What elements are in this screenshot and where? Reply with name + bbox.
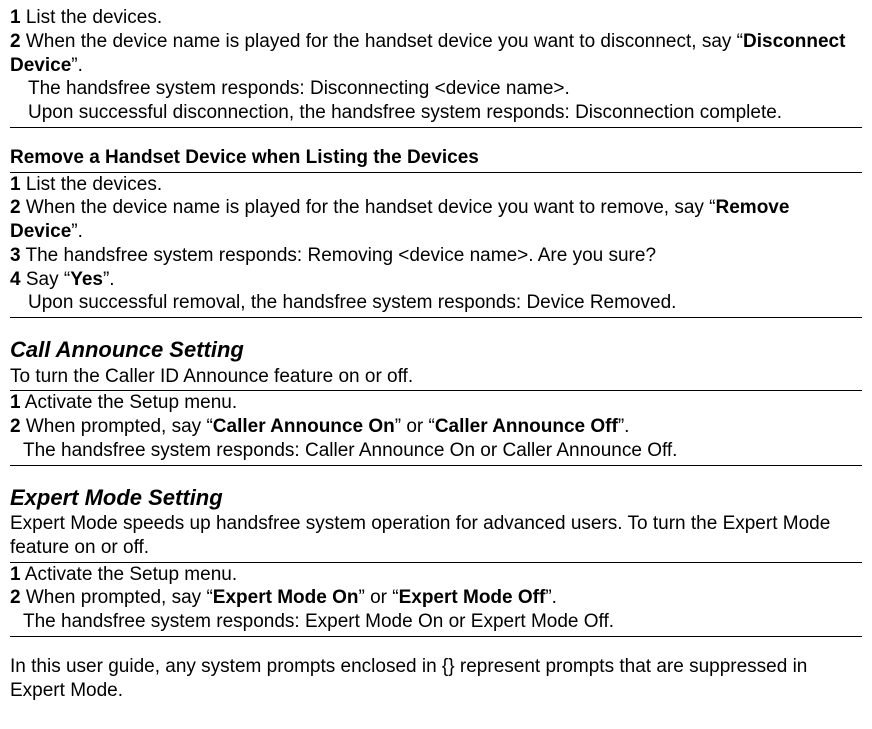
section-call-announce: Call Announce Setting To turn the Caller… — [10, 336, 862, 466]
step-text: Activate the Setup menu. — [21, 392, 238, 413]
section-intro: To turn the Caller ID Announce feature o… — [10, 365, 862, 389]
step-1: 1 List the devices. — [10, 173, 862, 197]
step-number: 3 — [10, 245, 21, 266]
voice-command: Caller Announce Off — [435, 416, 618, 437]
step-text: List the devices. — [21, 7, 163, 28]
step-number: 4 — [10, 269, 21, 290]
divider — [10, 465, 862, 466]
step-number: 2 — [10, 197, 21, 218]
voice-command: Caller Announce On — [213, 416, 395, 437]
step-2: 2 When the device name is played for the… — [10, 196, 862, 244]
step-text: Say “ — [21, 269, 71, 290]
step-text: Activate the Setup menu. — [21, 564, 238, 585]
step-1: 1 Activate the Setup menu. — [10, 391, 862, 415]
step-sub: Upon successful removal, the handsfree s… — [10, 291, 862, 315]
section-intro: Expert Mode speeds up handsfree system o… — [10, 512, 862, 560]
section-heading: Expert Mode Setting — [10, 484, 862, 512]
step-text: List the devices. — [21, 174, 163, 195]
step-sub: The handsfree system responds: Caller An… — [10, 439, 862, 463]
step-2: 2 When prompted, say “Expert Mode On” or… — [10, 586, 862, 610]
section-disconnect: 1 List the devices. 2 When the device na… — [10, 6, 862, 128]
step-text: ”. — [103, 269, 115, 290]
step-sub: The handsfree system responds: Expert Mo… — [10, 610, 862, 634]
step-text: The handsfree system responds: Removing … — [21, 245, 656, 266]
step-number: 2 — [10, 416, 21, 437]
voice-command: Expert Mode Off — [399, 587, 546, 608]
step-number: 2 — [10, 31, 21, 52]
section-expert-mode: Expert Mode Setting Expert Mode speeds u… — [10, 484, 862, 637]
step-sub: Upon successful disconnection, the hands… — [10, 101, 862, 125]
divider — [10, 636, 862, 637]
step-text: When prompted, say “ — [21, 587, 213, 608]
step-text: When the device name is played for the h… — [21, 197, 716, 218]
voice-command: Expert Mode On — [213, 587, 359, 608]
step-text: ”. — [71, 221, 83, 242]
divider — [10, 127, 862, 128]
divider — [10, 317, 862, 318]
step-number: 1 — [10, 7, 21, 28]
footer-note: In this user guide, any system prompts e… — [10, 655, 862, 703]
step-text: ” or “ — [395, 416, 435, 437]
section-heading: Call Announce Setting — [10, 336, 862, 364]
step-2: 2 When prompted, say “Caller Announce On… — [10, 415, 862, 439]
step-1: 1 Activate the Setup menu. — [10, 563, 862, 587]
voice-command: Yes — [70, 269, 103, 290]
step-number: 1 — [10, 392, 21, 413]
step-text: ”. — [618, 416, 630, 437]
step-1: 1 List the devices. — [10, 6, 862, 30]
section-heading: Remove a Handset Device when Listing the… — [10, 146, 862, 170]
step-text: When the device name is played for the h… — [21, 31, 743, 52]
step-3: 3 The handsfree system responds: Removin… — [10, 244, 862, 268]
step-text: ” or “ — [358, 587, 398, 608]
step-text: When prompted, say “ — [21, 416, 213, 437]
step-text: ”. — [71, 55, 83, 76]
step-number: 1 — [10, 564, 21, 585]
step-number: 2 — [10, 587, 21, 608]
step-2: 2 When the device name is played for the… — [10, 30, 862, 78]
section-remove-device: Remove a Handset Device when Listing the… — [10, 146, 862, 318]
step-number: 1 — [10, 174, 21, 195]
step-sub: The handsfree system responds: Disconnec… — [10, 77, 862, 101]
step-4: 4 Say “Yes”. — [10, 268, 862, 292]
step-text: ”. — [545, 587, 557, 608]
